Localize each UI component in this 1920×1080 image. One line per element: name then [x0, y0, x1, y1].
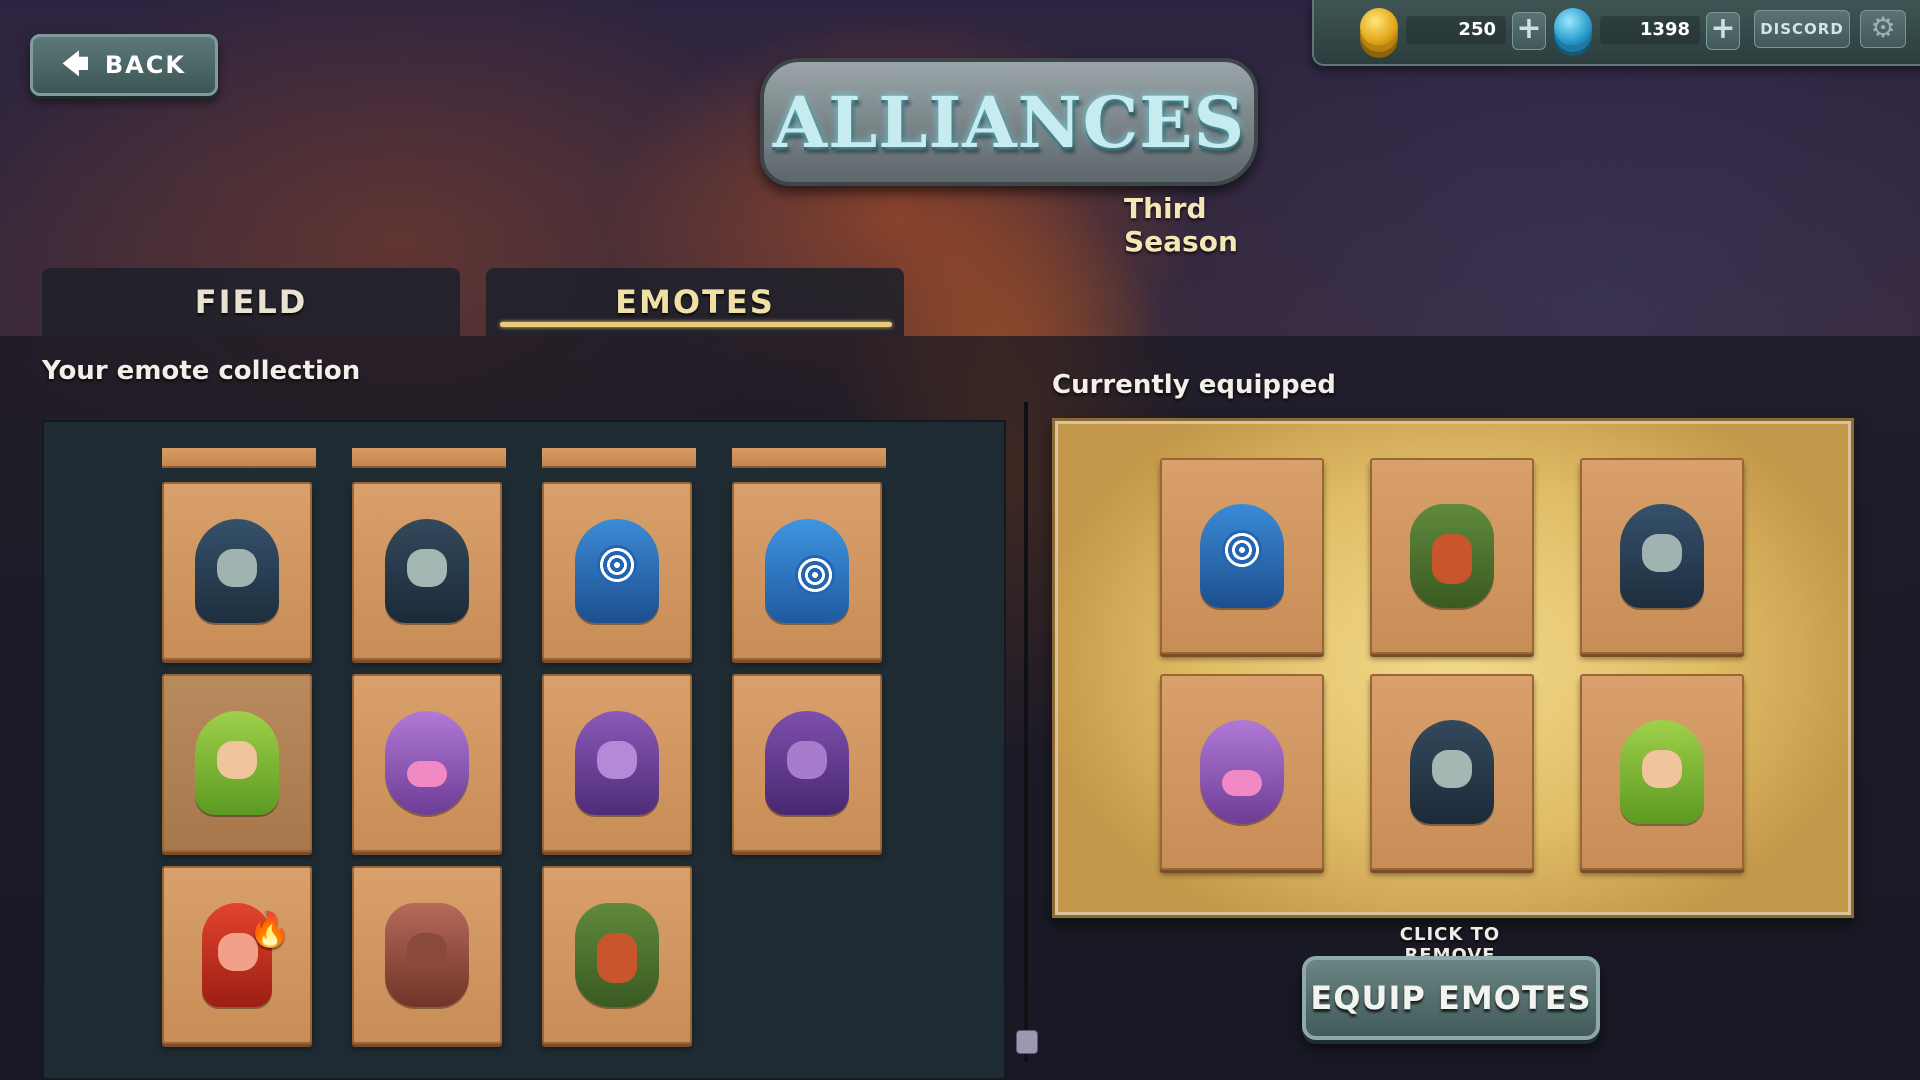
- purple-horned-demoness-emote: [569, 703, 665, 823]
- logo-text: ALLIANCES: [772, 80, 1246, 164]
- discord-button[interactable]: DISCORD: [1754, 10, 1850, 48]
- emote-card[interactable]: 🔥: [162, 866, 312, 1044]
- hooded-sorcerer-shrugging-emote: [1614, 496, 1710, 616]
- hooded-sorcerer-thumbs-up-emote: [379, 511, 475, 631]
- green-haired-elf-emote: [1614, 712, 1710, 832]
- emote-card-partial[interactable]: [732, 448, 886, 468]
- emote-card[interactable]: [162, 674, 312, 852]
- fireball-icon: 🔥: [248, 910, 291, 950]
- alliances-logo: ALLIANCES: [760, 58, 1258, 186]
- gold-amount: 250: [1406, 16, 1506, 44]
- purple-horned-demoness-pointing-emote: [759, 703, 855, 823]
- purple-monster-reading-book-emote: [379, 703, 475, 823]
- emote-card[interactable]: [542, 482, 692, 660]
- equipped-emote-slot[interactable]: [1580, 674, 1744, 870]
- gem-coin-icon: [1554, 8, 1592, 46]
- scrollbar-thumb[interactable]: [1016, 1030, 1038, 1054]
- horned-minotaur-emote: [379, 895, 475, 1015]
- gear-icon: ⚙: [1870, 11, 1896, 44]
- season-label: Third Season: [1124, 192, 1238, 258]
- back-button[interactable]: 🡄 BACK: [30, 34, 218, 96]
- add-gems-button[interactable]: +: [1706, 12, 1740, 50]
- blue-hooded-spiral-mask-emote: [1194, 496, 1290, 616]
- gem-amount: 1398: [1600, 16, 1700, 44]
- red-bearded-dwarf-emote: [569, 895, 665, 1015]
- emote-card[interactable]: [732, 674, 882, 852]
- emote-card[interactable]: [542, 674, 692, 852]
- emote-card-partial[interactable]: [352, 448, 506, 468]
- emote-card-partial[interactable]: [542, 448, 696, 468]
- purple-monster-reading-book-emote: [1194, 712, 1290, 832]
- currency-bar: 250 + 1398 + DISCORD ⚙: [1312, 0, 1920, 66]
- equip-emotes-button[interactable]: EQUIP EMOTES: [1302, 956, 1600, 1040]
- red-imp-fireball-emote: 🔥: [189, 895, 291, 1015]
- emote-card[interactable]: [542, 866, 692, 1044]
- settings-button[interactable]: ⚙: [1860, 10, 1906, 48]
- add-gold-button[interactable]: +: [1512, 12, 1546, 50]
- emote-card[interactable]: [352, 866, 502, 1044]
- arrow-left-icon: 🡄: [62, 50, 91, 80]
- red-bearded-dwarf-emote: [1404, 496, 1500, 616]
- green-haired-elf-emote: [189, 703, 285, 823]
- emote-card-partial[interactable]: [162, 448, 316, 468]
- emote-card[interactable]: [352, 482, 502, 660]
- tab-field[interactable]: FIELD: [42, 268, 460, 336]
- blue-hooded-spiral-mask-emote: [569, 511, 665, 631]
- emote-card[interactable]: [162, 482, 312, 660]
- equipped-emote-slot[interactable]: [1370, 674, 1534, 870]
- equipped-heading: Currently equipped: [1052, 370, 1336, 400]
- blue-hooded-spiral-peek-emote: [759, 511, 855, 631]
- emote-card[interactable]: [732, 482, 882, 660]
- panel-divider: [1024, 402, 1028, 1062]
- active-tab-indicator: [500, 322, 892, 327]
- equipped-emote-slot[interactable]: [1160, 674, 1324, 870]
- equipped-emote-slot[interactable]: [1160, 458, 1324, 654]
- hooded-sorcerer-gesturing-emote: [189, 511, 285, 631]
- collection-heading: Your emote collection: [42, 356, 361, 386]
- back-button-label: BACK: [104, 51, 186, 79]
- gold-coin-icon: [1360, 8, 1398, 46]
- equipped-emote-slot[interactable]: [1580, 458, 1744, 654]
- hooded-sorcerer-thumbs-up-emote: [1404, 712, 1500, 832]
- emote-card[interactable]: [352, 674, 502, 852]
- equipped-emote-slot[interactable]: [1370, 458, 1534, 654]
